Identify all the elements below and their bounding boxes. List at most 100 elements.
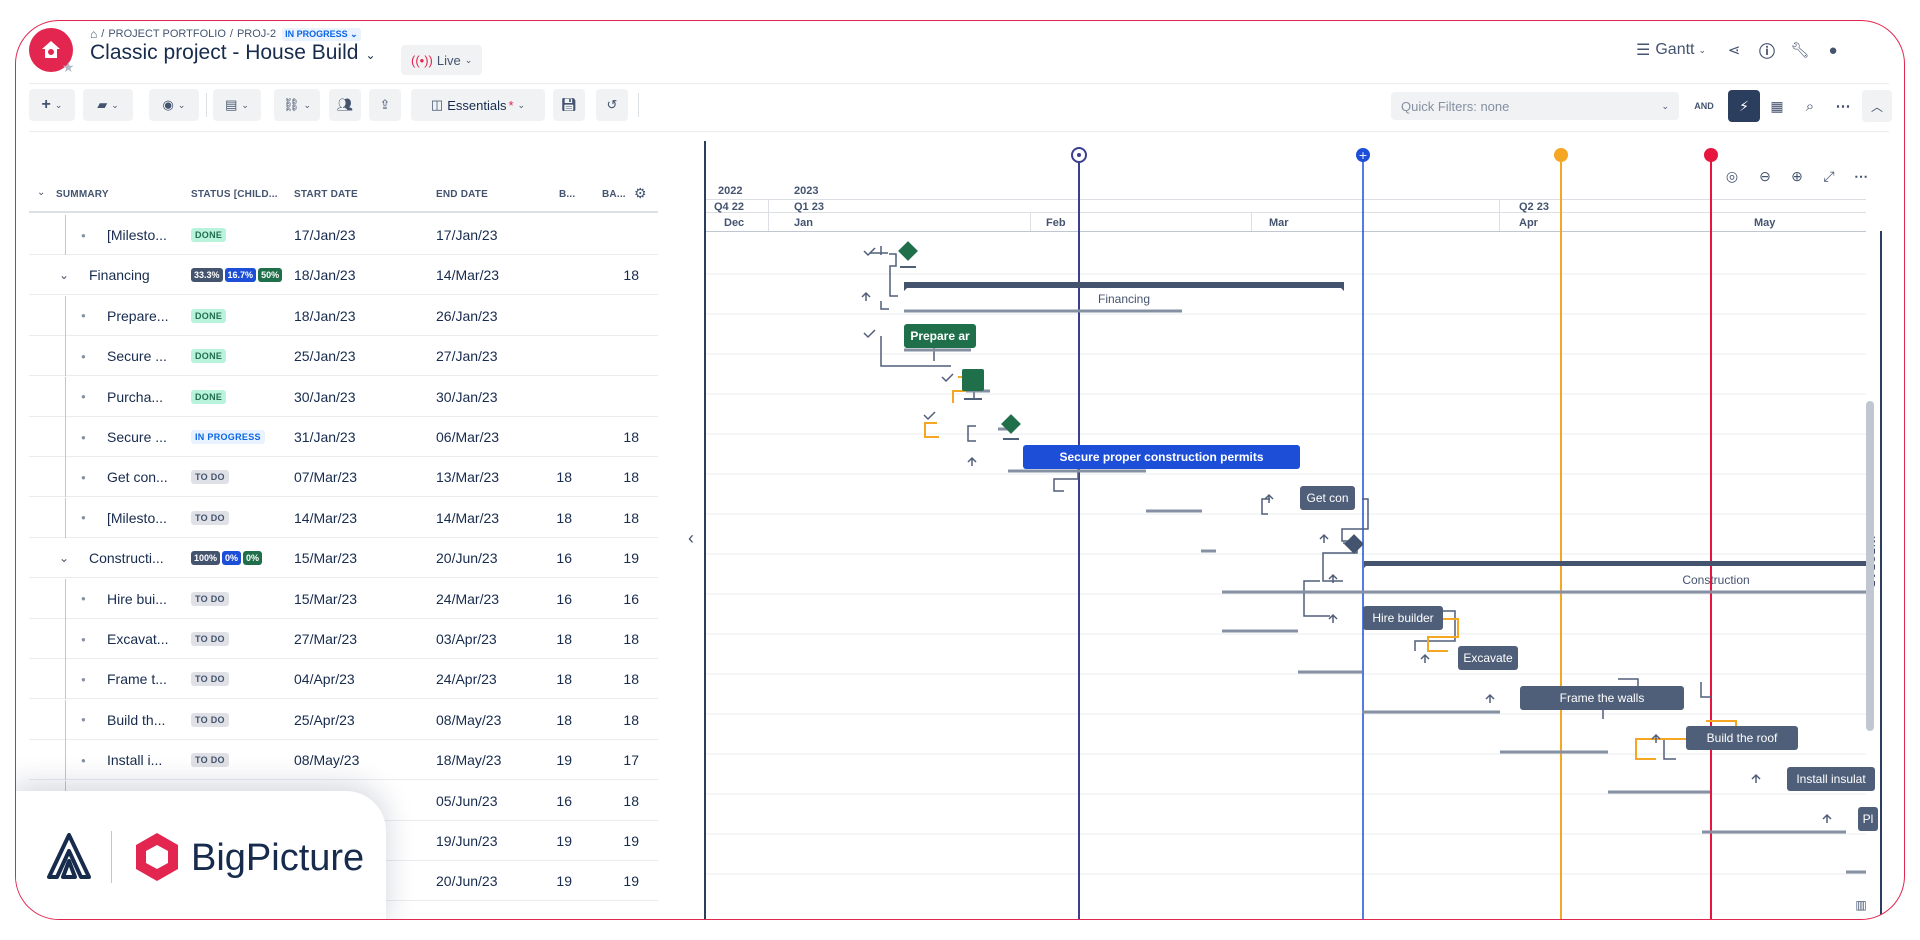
row-end-date[interactable]: 13/Mar/23 [436,457,499,497]
expand-chevron-icon[interactable]: ⌄ [59,255,69,295]
status-badge[interactable]: DONE [191,228,227,242]
table-row[interactable]: ● Excavat... TO DO 27/Mar/23 03/Apr/23 18 18 [29,619,658,659]
row-ba-value[interactable]: 19 [619,821,639,861]
row-b-value[interactable] [552,255,572,295]
row-ba-value[interactable]: 19 [619,538,639,578]
gantt-chart[interactable]: INFOBAR 2022 2023 Q4 22 Q1 23 Q2 23 Dec … [704,141,1894,920]
marker-orange[interactable] [1554,148,1568,920]
expand-chevron-icon[interactable]: ⌄ [59,538,69,578]
dependencies-button[interactable]: ⛓︎ ⌄ [274,89,320,121]
row-b-value[interactable]: 16 [552,781,572,821]
status-badge[interactable]: DONE [191,349,227,364]
row-summary[interactable]: Get con... [107,457,179,497]
status-badge[interactable]: DONE [191,389,227,404]
row-b-value[interactable]: 18 [552,619,572,659]
row-start-date[interactable]: 14/Mar/23 [294,498,357,538]
row-ba-value[interactable]: 16 [619,579,639,619]
row-start-date[interactable]: 17/Jan/23 [294,215,356,255]
task-bar-excavate[interactable]: Excavate [1458,646,1518,670]
page-title[interactable]: Classic project - House Build ⌄ [90,41,376,65]
row-b-value[interactable] [552,336,572,376]
search-icon[interactable]: ⌕ [1794,90,1826,122]
row-end-date[interactable]: 18/May/23 [436,740,501,780]
calendar-icon[interactable]: ▦ [1761,90,1793,122]
row-start-date[interactable]: 25/Jan/23 [294,336,356,376]
row-ba-value[interactable]: 19 [619,861,639,901]
gear-icon[interactable]: ⚙ [634,185,647,202]
status-badge[interactable]: IN PROGRESS [191,430,265,444]
row-b-value[interactable]: 19 [552,740,572,780]
row-ba-value[interactable] [619,336,639,376]
column-start-date[interactable]: START DATE [294,189,358,200]
column-b[interactable]: B... [559,189,575,200]
row-b-value[interactable] [552,296,572,336]
info-icon[interactable]: ⓘ [1754,38,1780,62]
row-ba-value[interactable]: 17 [619,740,639,780]
task-bar-hire-builder[interactable]: Hire builder [1363,606,1443,630]
row-end-date[interactable]: 17/Jan/23 [436,215,498,255]
row-summary[interactable]: Secure ... [107,336,179,376]
map-icon[interactable]: ▥ [1852,897,1870,913]
row-b-value[interactable]: 19 [552,821,572,861]
row-summary[interactable]: Constructi... [89,538,179,578]
row-summary[interactable]: Hire bui... [107,579,179,619]
row-end-date[interactable]: 20/Jun/23 [436,538,498,578]
row-summary[interactable]: Prepare... [107,296,179,336]
row-b-value[interactable]: 18 [552,700,572,740]
table-row[interactable]: ● Secure ... IN PROGRESS 31/Jan/23 06/Mar/23… [29,417,658,457]
more-icon[interactable]: ⋯ [1827,90,1859,122]
row-start-date[interactable]: 31/Jan/23 [294,417,356,457]
row-end-date[interactable]: 26/Jan/23 [436,296,498,336]
row-end-date[interactable]: 14/Mar/23 [436,255,499,295]
resources-button[interactable]: 👥︎ [329,89,361,121]
row-ba-value[interactable]: 18 [619,700,639,740]
row-start-date[interactable]: 07/Mar/23 [294,457,357,497]
row-end-date[interactable]: 24/Mar/23 [436,579,499,619]
row-summary[interactable]: Financing [89,255,179,295]
table-row[interactable]: ● Build th... TO DO 25/Apr/23 08/May/23 18 18 [29,699,658,740]
status-badge[interactable]: TO DO [191,712,229,727]
row-start-date[interactable]: 25/Apr/23 [294,700,355,740]
revert-button[interactable]: ↺ [596,89,628,121]
row-summary[interactable]: [Milesto... [107,498,179,538]
summary-bar-financing[interactable] [904,282,1344,291]
favorite-star-icon[interactable]: ★ [62,59,75,76]
row-end-date[interactable]: 05/Jun/23 [436,781,498,821]
row-ba-value[interactable]: 18 [619,659,639,699]
row-ba-value[interactable]: 18 [619,498,639,538]
status-badge[interactable]: TO DO [191,672,229,687]
gantt-scrollbar[interactable] [1866,401,1874,731]
home-icon[interactable]: ⌂ [90,27,97,41]
row-b-value[interactable]: 16 [552,579,572,619]
task-bar-get-con[interactable]: Get con [1300,486,1355,510]
row-summary[interactable]: Purcha... [107,377,179,417]
task-bar-prepare[interactable]: Prepare ar [904,324,976,348]
collapse-table-chevron-icon[interactable]: ‹ [683,526,699,550]
row-summary[interactable]: Secure ... [107,417,179,457]
row-ba-value[interactable]: 18 [619,619,639,659]
table-row[interactable]: ● [Milesto... DONE 17/Jan/23 17/Jan/23 [29,215,658,255]
collapse-toolbar-button[interactable]: ︿ [1862,90,1892,122]
row-ba-value[interactable]: 18 [619,781,639,821]
visibility-button[interactable]: ◉ ⌄ [149,89,199,121]
row-start-date[interactable]: 04/Apr/23 [294,659,355,699]
row-ba-value[interactable] [619,296,639,336]
row-b-value[interactable] [552,377,572,417]
live-mode-button[interactable]: ((•)) Live ⌄ [401,45,483,75]
row-start-date[interactable]: 18/Jan/23 [294,296,356,336]
row-b-value[interactable] [552,215,572,255]
column-end-date[interactable]: END DATE [436,189,488,200]
row-start-date[interactable]: 15/Mar/23 [294,538,357,578]
row-start-date[interactable]: 08/May/23 [294,740,359,780]
table-row[interactable]: ● Frame t... TO DO 04/Apr/23 24/Apr/23 18 18 [29,659,658,700]
task-bar-install-insulation[interactable]: Install insulat [1787,767,1875,791]
row-start-date[interactable]: 30/Jan/23 [294,377,356,417]
marker-today[interactable]: + [1356,148,1370,920]
quick-filters-select[interactable]: Quick Filters: none ⌄ [1391,92,1679,120]
wrench-icon[interactable]: 🔧︎ [1787,38,1813,62]
row-end-date[interactable]: 03/Apr/23 [436,619,497,659]
row-end-date[interactable]: 14/Mar/23 [436,498,499,538]
collapse-all-icon[interactable]: ⌄ [37,187,45,198]
table-row[interactable]: ● [Milesto... TO DO 14/Mar/23 14/Mar/23 18 18 [29,497,658,538]
export-button[interactable]: ⇪ [369,89,401,121]
